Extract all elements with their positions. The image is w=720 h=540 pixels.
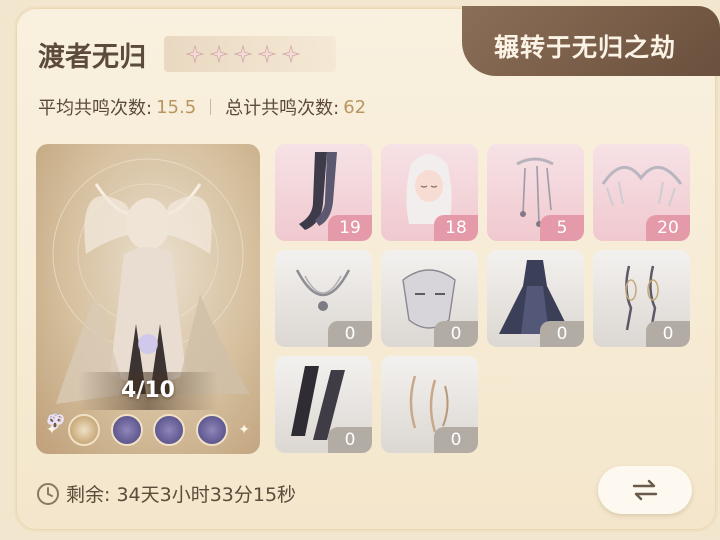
avg-resonance-value: 15.5 (156, 96, 197, 118)
item-necklace[interactable]: 0 (275, 250, 372, 347)
star-icon (234, 45, 252, 63)
ability-row: ✦ ✦ (46, 412, 250, 448)
avg-resonance-label: 平均共鸣次数: (38, 98, 153, 119)
item-stockings[interactable]: 19 (275, 144, 372, 241)
item-count: 0 (646, 321, 690, 347)
outfit-progress: 4/10 (121, 378, 175, 403)
item-count: 0 (328, 427, 372, 453)
item-hair-ornament[interactable]: 5 (487, 144, 584, 241)
star-icon (210, 45, 228, 63)
total-resonance-label: 总计共鸣次数: (225, 98, 340, 119)
item-gloves[interactable]: 0 (275, 356, 372, 453)
time-remaining: 剩余: 34天3小时33分15秒 (36, 480, 296, 507)
item-count: 19 (328, 215, 372, 241)
infinity-icon[interactable] (48, 414, 186, 446)
outfit-portrait[interactable]: 4/10 ✦ ✦ ❯ (36, 144, 260, 454)
item-bracelet[interactable]: 0 (381, 356, 478, 453)
star-icon (282, 45, 300, 63)
item-count: 0 (328, 321, 372, 347)
resonance-stats: 平均共鸣次数: 15.5 总计共鸣次数: 62 (38, 94, 366, 120)
item-count: 0 (540, 321, 584, 347)
item-count: 18 (434, 215, 478, 241)
item-mask[interactable]: 0 (381, 250, 478, 347)
item-count: 20 (646, 215, 690, 241)
infinity-icon[interactable] (48, 414, 143, 446)
sparkle-icon: ✦ (238, 422, 250, 438)
item-hairstyle[interactable]: 18 (381, 144, 478, 241)
time-remaining-text: 剩余: 34天3小时33分15秒 (66, 484, 297, 506)
item-count: 0 (434, 321, 478, 347)
item-dress[interactable]: 0 (487, 250, 584, 347)
rarity-stars (164, 36, 336, 72)
pool-tab-label[interactable]: 辗转于无归之劫 (494, 28, 676, 64)
key-icon[interactable] (50, 413, 101, 446)
stats-divider (210, 99, 212, 115)
star-icon (186, 45, 204, 63)
page-title: 渡者无归 (38, 42, 146, 73)
item-count: 5 (540, 215, 584, 241)
total-resonance-value: 62 (343, 96, 367, 118)
swap-arrows-icon (632, 479, 658, 501)
item-count: 0 (434, 427, 478, 453)
clover-icon[interactable] (47, 413, 228, 446)
item-headpiece[interactable]: 20 (593, 144, 690, 241)
item-earrings[interactable]: 0 (593, 250, 690, 347)
clock-icon (37, 482, 59, 505)
star-icon (258, 45, 276, 63)
swap-button[interactable] (598, 466, 692, 514)
